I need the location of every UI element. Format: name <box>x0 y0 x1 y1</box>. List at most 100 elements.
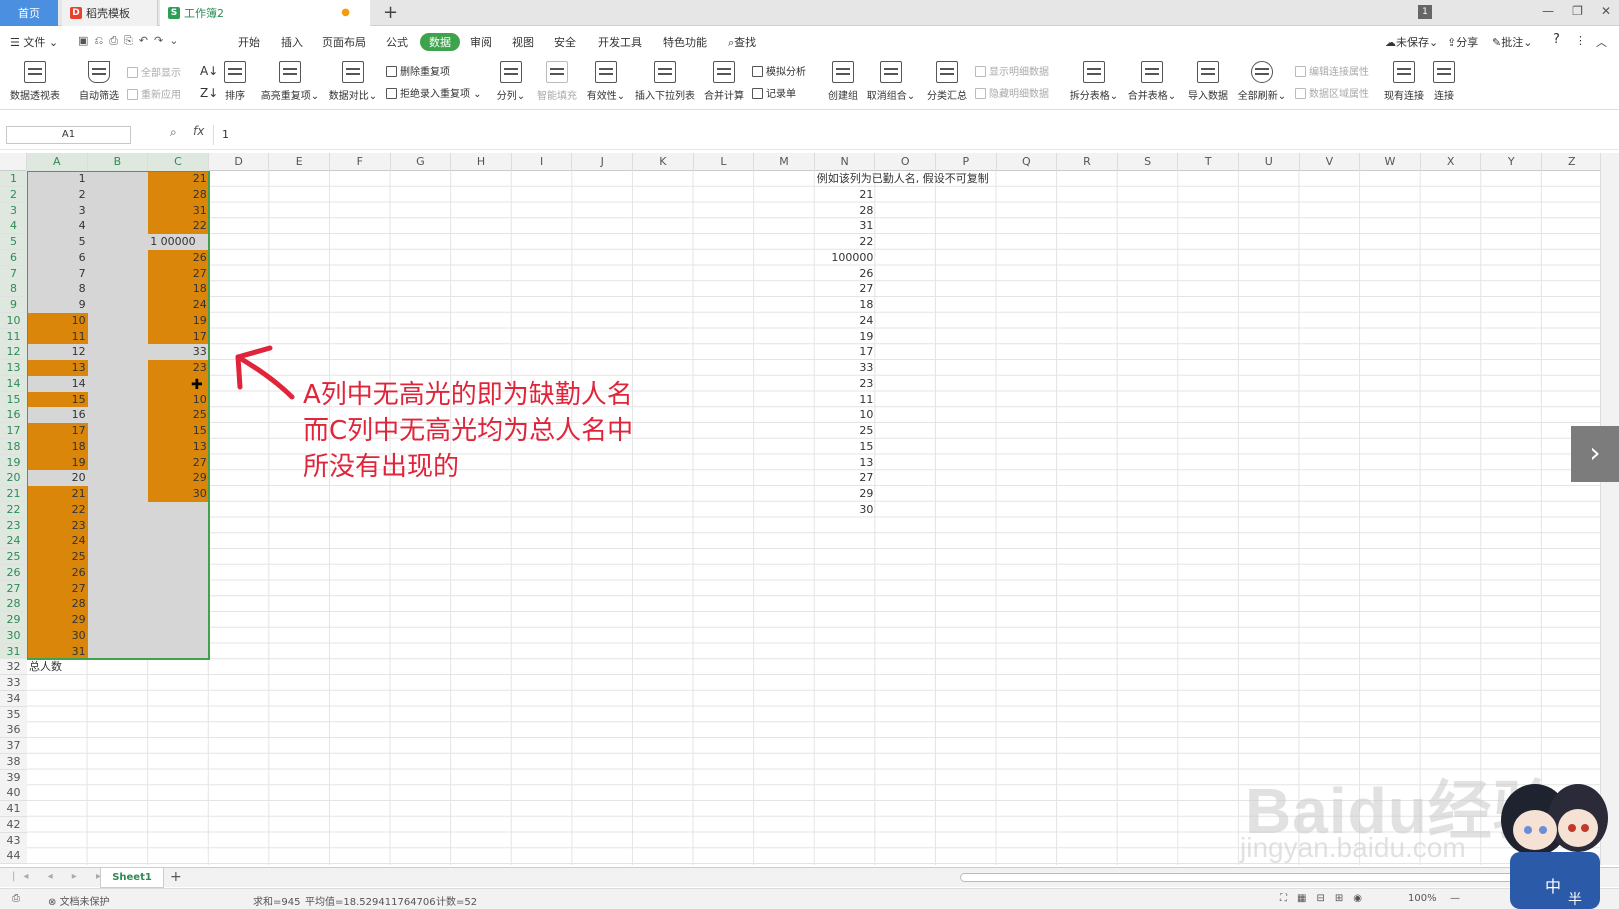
cell-n19[interactable]: 13 <box>815 455 876 471</box>
column-header-a[interactable]: A <box>27 153 88 171</box>
tab-home[interactable]: 首页 <box>0 0 58 26</box>
row-header-23[interactable]: 23 <box>0 517 27 534</box>
split-table-button[interactable]: 拆分表格⌄ <box>1069 61 1119 102</box>
row-header-6[interactable]: 6 <box>0 249 27 266</box>
row-header-8[interactable]: 8 <box>0 281 27 298</box>
hide-detail-button[interactable]: 隐藏明细数据 <box>975 85 1049 100</box>
menu-review[interactable]: 审阅 <box>470 34 492 50</box>
cell-c30[interactable] <box>148 627 209 644</box>
column-header-r[interactable]: R <box>1057 153 1118 171</box>
menu-formula[interactable]: 公式 <box>386 34 408 50</box>
row-header-25[interactable]: 25 <box>0 549 27 565</box>
cell-n22[interactable]: 30 <box>815 502 876 518</box>
cell-c3[interactable]: 31 <box>148 202 209 219</box>
view-mode-icons[interactable]: ⛶▦⊟⊞◉ <box>1280 893 1372 904</box>
column-header-d[interactable]: D <box>209 153 270 171</box>
cell-a13[interactable]: 13 <box>27 360 88 376</box>
row-header-16[interactable]: 16 <box>0 407 27 424</box>
row-header-39[interactable]: 39 <box>0 769 27 786</box>
cell-n3[interactable]: 28 <box>815 203 876 219</box>
cell-n18[interactable]: 15 <box>815 439 876 455</box>
row-header-44[interactable]: 44 <box>0 848 27 865</box>
cell-a26[interactable]: 26 <box>27 564 88 581</box>
cell-n2[interactable]: 21 <box>815 187 876 203</box>
help-icon[interactable]: ? <box>1553 32 1560 47</box>
next-page-chevron-icon[interactable]: › <box>1571 426 1619 482</box>
cell-n21[interactable]: 29 <box>815 486 876 502</box>
column-header-g[interactable]: G <box>391 153 452 171</box>
share-button[interactable]: ⇪分享 <box>1447 34 1478 50</box>
vertical-scrollbar[interactable] <box>1600 153 1619 865</box>
insert-dropdown-list-button[interactable]: 插入下拉列表 <box>633 61 697 102</box>
protect-status[interactable]: ⊗ 文档未保护 <box>48 893 110 908</box>
cell-b10[interactable] <box>87 312 149 329</box>
cell-a5[interactable]: 5 <box>27 234 88 250</box>
menu-view[interactable]: 视图 <box>512 34 534 50</box>
cell-b3[interactable] <box>87 202 149 219</box>
cell-a1[interactable]: 1 <box>27 171 88 187</box>
cell-b5[interactable] <box>87 234 149 250</box>
row-header-5[interactable]: 5 <box>0 234 27 250</box>
cell-b18[interactable] <box>87 438 149 455</box>
cell-a22[interactable]: 22 <box>27 501 88 518</box>
column-header-n[interactable]: N <box>815 153 876 171</box>
cell-b30[interactable] <box>87 627 149 644</box>
cell-b28[interactable] <box>87 596 149 612</box>
column-header-p[interactable]: P <box>936 153 997 171</box>
row-header-31[interactable]: 31 <box>0 643 27 660</box>
cell-a2[interactable]: 2 <box>27 186 88 203</box>
row-header-41[interactable]: 41 <box>0 801 27 817</box>
edit-connection-button[interactable]: 编辑连接属性 <box>1295 63 1369 78</box>
column-header-x[interactable]: X <box>1421 153 1482 171</box>
cell-c11[interactable]: 17 <box>148 328 209 345</box>
cell-a16[interactable]: 16 <box>27 407 88 423</box>
cell-a7[interactable]: 7 <box>27 265 88 282</box>
simulate-analysis-button[interactable]: 模拟分析 <box>752 63 806 78</box>
row-header-28[interactable]: 28 <box>0 596 27 613</box>
row-header-42[interactable]: 42 <box>0 816 27 833</box>
cell-c26[interactable] <box>148 564 209 581</box>
cell-b29[interactable] <box>87 612 149 628</box>
tab-workbook[interactable]: S 工作簿2 ● <box>160 0 370 26</box>
cell-n12[interactable]: 17 <box>815 344 876 360</box>
more-icon[interactable]: ⋮ <box>1575 34 1586 47</box>
cell-n1[interactable]: 例如该列为已勤人名, 假设不可复制 <box>815 171 991 187</box>
cell-a23[interactable]: 23 <box>27 517 88 534</box>
horizontal-scrollbar[interactable] <box>960 873 1560 882</box>
cell-c29[interactable] <box>148 612 209 628</box>
connect-button[interactable]: 连接 <box>1432 61 1456 102</box>
close-icon[interactable]: ✕ <box>1601 4 1611 18</box>
cell-c4[interactable]: 22 <box>148 218 209 234</box>
delete-duplicates-button[interactable]: 删除重复项 <box>386 63 450 78</box>
row-header-37[interactable]: 37 <box>0 738 27 754</box>
cell-c10[interactable]: 19 <box>148 312 209 329</box>
existing-connection-button[interactable]: 现有连接 <box>1382 61 1426 102</box>
cell-n4[interactable]: 31 <box>815 218 876 234</box>
column-header-o[interactable]: O <box>875 153 936 171</box>
row-header-17[interactable]: 17 <box>0 423 27 439</box>
cell-c20[interactable]: 29 <box>148 470 209 486</box>
column-header-c[interactable]: C <box>148 153 209 171</box>
cell-b25[interactable] <box>87 549 149 565</box>
row-header-12[interactable]: 12 <box>0 344 27 361</box>
row-header-10[interactable]: 10 <box>0 312 27 329</box>
tab-templates[interactable]: D 稻壳模板 <box>62 0 158 26</box>
row-header-18[interactable]: 18 <box>0 438 27 455</box>
row-header-20[interactable]: 20 <box>0 470 27 487</box>
row-header-30[interactable]: 30 <box>0 627 27 644</box>
menu-page-layout[interactable]: 页面布局 <box>322 34 366 50</box>
cell-n9[interactable]: 18 <box>815 297 876 313</box>
row-header-43[interactable]: 43 <box>0 832 27 849</box>
cell-b7[interactable] <box>87 265 149 282</box>
cell-c9[interactable]: 24 <box>148 297 209 313</box>
cell-c1[interactable]: 21 <box>148 171 209 187</box>
cell-c15[interactable]: 10 <box>148 391 209 408</box>
data-compare-button[interactable]: 数据对比⌄ <box>327 61 379 102</box>
cell-n20[interactable]: 27 <box>815 470 876 486</box>
cell-a32[interactable]: 总人数 <box>27 659 88 675</box>
column-header-s[interactable]: S <box>1118 153 1179 171</box>
cell-n16[interactable]: 10 <box>815 407 876 423</box>
search-menu[interactable]: ⌕查找 <box>728 34 756 50</box>
cell-n8[interactable]: 27 <box>815 281 876 297</box>
cell-b9[interactable] <box>87 297 149 313</box>
